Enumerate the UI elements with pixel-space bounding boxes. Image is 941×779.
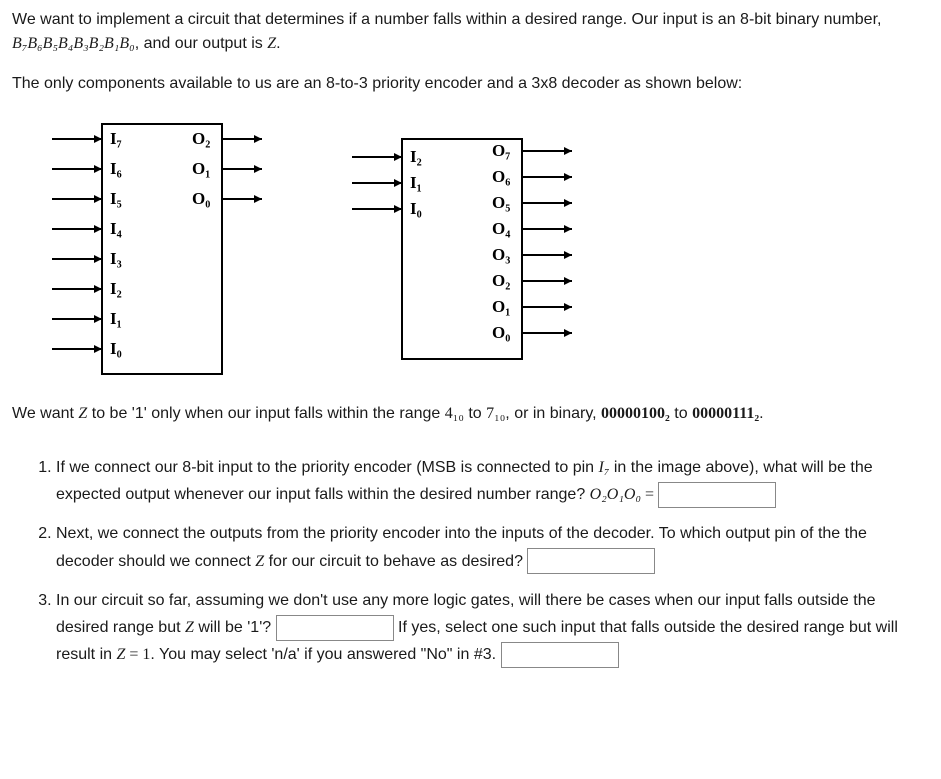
text: If we connect our 8-bit input to the pri…: [56, 459, 599, 476]
q3-input-select[interactable]: [501, 642, 619, 668]
svg-text:I₀: I₀: [110, 339, 122, 358]
eq-one: = 1: [125, 646, 150, 663]
range-low-dec: 4₁₀: [445, 405, 464, 422]
decoder-diagram: I₂ I₁ I₀ O₇ O₆ O₅ O₄ O₃ O₂ O₁ O₀: [332, 129, 592, 369]
svg-text:I₄: I₄: [110, 219, 122, 238]
q3-yesno-input[interactable]: [276, 615, 394, 641]
diagram-row: I₇ I₆ I₅ I₄ I₃ I₂ I₁ I₀ O₂ O₁ O₀ I₂ I₁ I₀ O₇ O₆ O₅ O₄ O…: [32, 114, 929, 384]
svg-text:O₀: O₀: [192, 189, 210, 208]
i7-var: I₇: [599, 459, 610, 476]
q2-answer-input[interactable]: [527, 548, 655, 574]
intro-paragraph-1: We want to implement a circuit that dete…: [12, 8, 929, 56]
output-vars: O₂O₁O₀: [590, 486, 641, 503]
question-3: In our circuit so far, assuming we don't…: [56, 587, 929, 669]
svg-text:I₅: I₅: [110, 189, 122, 208]
text: will be '1'?: [194, 619, 276, 636]
text: to be '1' only when our input falls with…: [87, 405, 444, 422]
bits-var: B₇B₆B₅B₄B₃B₂B₁B₀: [12, 35, 135, 52]
svg-text:I₁: I₁: [410, 173, 422, 192]
q1-answer-input[interactable]: [658, 482, 776, 508]
svg-text:I₇: I₇: [110, 129, 122, 148]
intro-paragraph-2: The only components available to us are …: [12, 72, 929, 96]
text: to: [670, 405, 692, 422]
range-low-bin: 00000100₂: [601, 405, 670, 422]
question-list: If we connect our 8-bit input to the pri…: [12, 454, 929, 668]
svg-text:O₆: O₆: [492, 167, 510, 186]
text: .: [759, 405, 763, 422]
svg-text:O₄: O₄: [492, 219, 510, 238]
z-var: Z: [255, 553, 264, 570]
question-2: Next, we connect the outputs from the pr…: [56, 520, 929, 574]
svg-text:O₃: O₃: [492, 245, 510, 264]
text: , and our output is: [135, 35, 268, 52]
z-var: Z: [78, 405, 87, 422]
equals: =: [641, 486, 658, 503]
range-paragraph: We want Z to be '1' only when our input …: [12, 402, 929, 426]
range-high-bin: 00000111₂: [692, 405, 759, 422]
text: , or in binary,: [505, 405, 601, 422]
svg-text:I₆: I₆: [110, 159, 122, 178]
z-var: Z: [185, 619, 194, 636]
text: We want: [12, 405, 78, 422]
svg-text:O₂: O₂: [192, 129, 210, 148]
priority-encoder-diagram: I₇ I₆ I₅ I₄ I₃ I₂ I₁ I₀ O₂ O₁ O₀: [32, 114, 272, 384]
question-1: If we connect our 8-bit input to the pri…: [56, 454, 929, 508]
text: .: [276, 35, 280, 52]
svg-text:I₂: I₂: [110, 279, 122, 298]
text: . You may select 'n/a' if you answered "…: [150, 646, 500, 663]
svg-text:O₀: O₀: [492, 323, 510, 342]
svg-text:I₀: I₀: [410, 199, 422, 218]
range-high-dec: 7₁₀: [486, 405, 505, 422]
text: to: [464, 405, 486, 422]
svg-text:I₁: I₁: [110, 309, 122, 328]
svg-text:O₂: O₂: [492, 271, 510, 290]
text: for our circuit to behave as desired?: [264, 553, 527, 570]
svg-text:O₁: O₁: [492, 297, 510, 316]
z-var: Z: [267, 35, 276, 52]
svg-text:O₅: O₅: [492, 193, 510, 212]
svg-text:O₁: O₁: [192, 159, 210, 178]
svg-text:I₂: I₂: [410, 147, 422, 166]
text: We want to implement a circuit that dete…: [12, 11, 881, 28]
svg-text:I₃: I₃: [110, 249, 122, 268]
svg-text:O₇: O₇: [492, 141, 510, 160]
